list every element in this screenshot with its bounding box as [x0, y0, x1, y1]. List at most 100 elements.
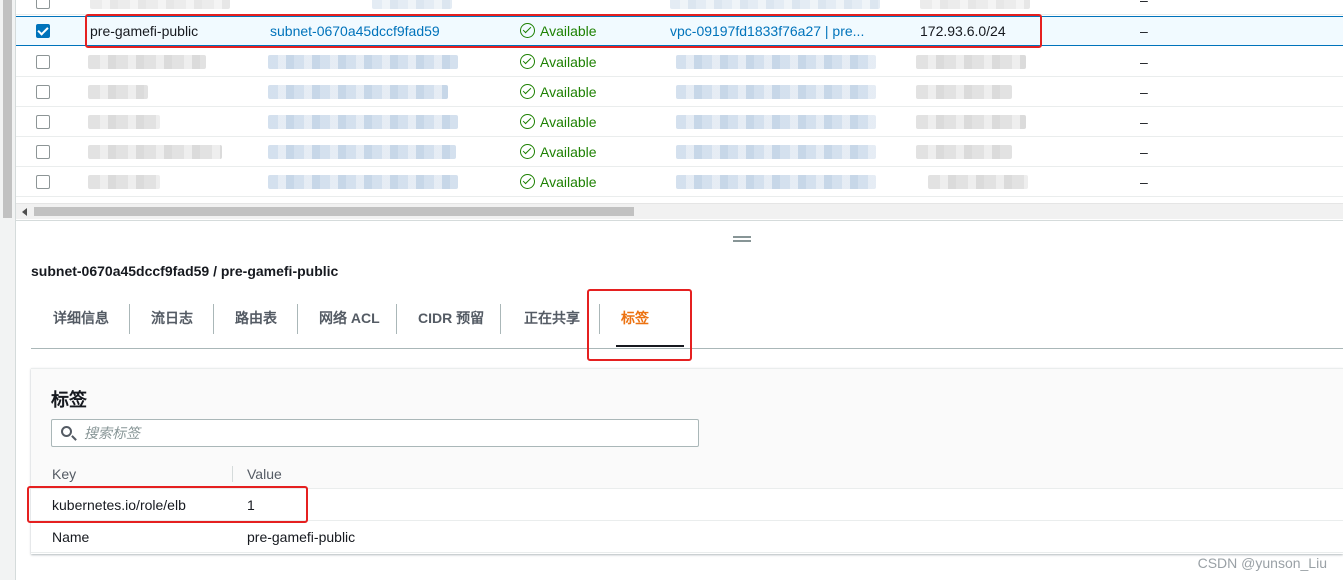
redacted-vpc	[676, 145, 876, 159]
tag-search-box[interactable]	[51, 419, 699, 447]
table-row[interactable]: Available –	[16, 167, 1343, 197]
tab-route-table[interactable]: 路由表	[215, 299, 297, 347]
tags-table-header: Key Value	[31, 459, 1343, 489]
row-checkbox[interactable]	[36, 85, 50, 99]
column-header-value[interactable]: Value	[247, 459, 282, 489]
row-dash: –	[1140, 54, 1148, 70]
tab-sharing[interactable]: 正在共享	[504, 299, 600, 347]
redacted-subnet-id	[268, 145, 456, 159]
redacted-vpc	[676, 175, 876, 189]
tab-flow-logs[interactable]: 流日志	[131, 299, 213, 347]
scroll-left-arrow-icon[interactable]	[22, 208, 27, 216]
redacted-vpc	[676, 85, 876, 99]
subnet-id-link[interactable]: subnet-0670a45dccf9fad59	[270, 16, 440, 46]
redacted-cidr	[916, 145, 1012, 159]
redacted-subnet-id	[268, 175, 458, 189]
tab-network-acl[interactable]: 网络 ACL	[299, 299, 400, 347]
subnet-name: pre-gamefi-public	[90, 23, 199, 39]
tab-divider	[213, 304, 214, 334]
redacted-cidr	[916, 85, 1012, 99]
row-dash: –	[1140, 144, 1148, 160]
redacted-vpc	[676, 55, 876, 69]
ipv4-cidr: 172.93.6.0/24	[920, 23, 1006, 39]
tab-tags[interactable]: 标签	[601, 299, 699, 347]
table-row-selected[interactable]: pre-gamefi-public subnet-0670a45dccf9fad…	[16, 16, 1343, 46]
status-available: Available	[520, 167, 597, 197]
row-dash: –	[1140, 84, 1148, 100]
check-circle-icon	[520, 23, 535, 38]
row-dash: –	[1140, 114, 1148, 130]
table-row[interactable]: Available –	[16, 47, 1343, 77]
row-checkbox[interactable]	[36, 115, 50, 129]
row-dash: –	[1140, 174, 1148, 190]
table-row: Name pre-gamefi-public	[31, 521, 1343, 553]
redacted-cidr	[916, 115, 1026, 129]
search-icon	[61, 426, 72, 437]
redacted-name	[90, 0, 230, 9]
tags-heading: 标签	[51, 390, 87, 410]
row-checkbox-checked[interactable]	[36, 24, 50, 38]
row-checkbox[interactable]	[36, 0, 50, 9]
redacted-name	[88, 145, 222, 159]
tag-search-input[interactable]	[84, 420, 684, 446]
row-checkbox[interactable]	[36, 145, 50, 159]
redacted-vpc	[676, 115, 876, 129]
table-row-partial[interactable]: –	[16, 0, 1343, 15]
drag-handle-icon[interactable]	[733, 236, 751, 242]
redacted-vpc	[670, 0, 880, 9]
column-header-key[interactable]: Key	[52, 459, 76, 489]
horizontal-scrollbar-thumb[interactable]	[34, 207, 634, 216]
status-available: Available	[520, 137, 597, 167]
redacted-name	[88, 115, 160, 129]
redacted-subnet-id	[372, 0, 452, 9]
status-available: Available	[520, 107, 597, 137]
tab-divider	[129, 304, 130, 334]
redacted-name	[88, 85, 148, 99]
redacted-cidr	[920, 0, 1030, 9]
active-tab-underline	[616, 345, 684, 347]
tab-details[interactable]: 详细信息	[33, 299, 129, 347]
status-available: Available	[520, 16, 597, 46]
vpc-link[interactable]: vpc-09197fd1833f76a27 | pre...	[670, 16, 880, 46]
check-circle-icon	[520, 144, 535, 159]
check-circle-icon	[520, 84, 535, 99]
tags-container: 标签 Key Value kubernetes.io/role/elb 1 Na…	[31, 368, 1343, 554]
row-checkbox[interactable]	[36, 175, 50, 189]
tab-divider	[396, 304, 397, 334]
redacted-subnet-id	[268, 115, 458, 129]
row-checkbox[interactable]	[36, 55, 50, 69]
column-divider	[232, 466, 233, 482]
status-available: Available	[520, 47, 597, 77]
table-row[interactable]: Available –	[16, 107, 1343, 137]
tab-cidr-reservations[interactable]: CIDR 预留	[398, 299, 504, 347]
redacted-name	[88, 175, 160, 189]
tab-divider	[297, 304, 298, 334]
table-row[interactable]: Available –	[16, 77, 1343, 107]
vertical-scrollbar-thumb[interactable]	[3, 0, 12, 218]
redacted-cidr	[916, 55, 1026, 69]
table-row[interactable]: Available –	[16, 137, 1343, 167]
horizontal-scrollbar[interactable]	[16, 203, 1343, 219]
check-circle-icon	[520, 54, 535, 69]
tag-value: pre-gamefi-public	[247, 529, 356, 545]
detail-split-panel: subnet-0670a45dccf9fad59 / pre-gamefi-pu…	[16, 220, 1343, 580]
tag-value: 1	[247, 497, 255, 513]
tag-key: Name	[52, 529, 90, 545]
row-dash: –	[1140, 23, 1148, 39]
watermark: CSDN @yunson_Liu	[1197, 555, 1327, 571]
tab-divider	[599, 304, 600, 334]
tags-header: 标签	[31, 369, 1343, 459]
check-circle-icon	[520, 114, 535, 129]
tab-divider	[500, 304, 501, 334]
panel-title: subnet-0670a45dccf9fad59 / pre-gamefi-pu…	[31, 263, 339, 279]
row-dash: –	[1140, 0, 1148, 8]
redacted-subnet-id	[268, 55, 458, 69]
table-row: kubernetes.io/role/elb 1	[31, 489, 1343, 521]
detail-tabs: 详细信息 流日志 路由表 网络 ACL CIDR 预留 正在共享 标签	[31, 299, 1343, 349]
vertical-scrollbar[interactable]	[0, 0, 16, 580]
redacted-subnet-id	[268, 85, 448, 99]
tag-key: kubernetes.io/role/elb	[52, 497, 186, 513]
check-circle-icon	[520, 174, 535, 189]
redacted-cidr	[928, 175, 1028, 189]
redacted-name	[88, 55, 206, 69]
